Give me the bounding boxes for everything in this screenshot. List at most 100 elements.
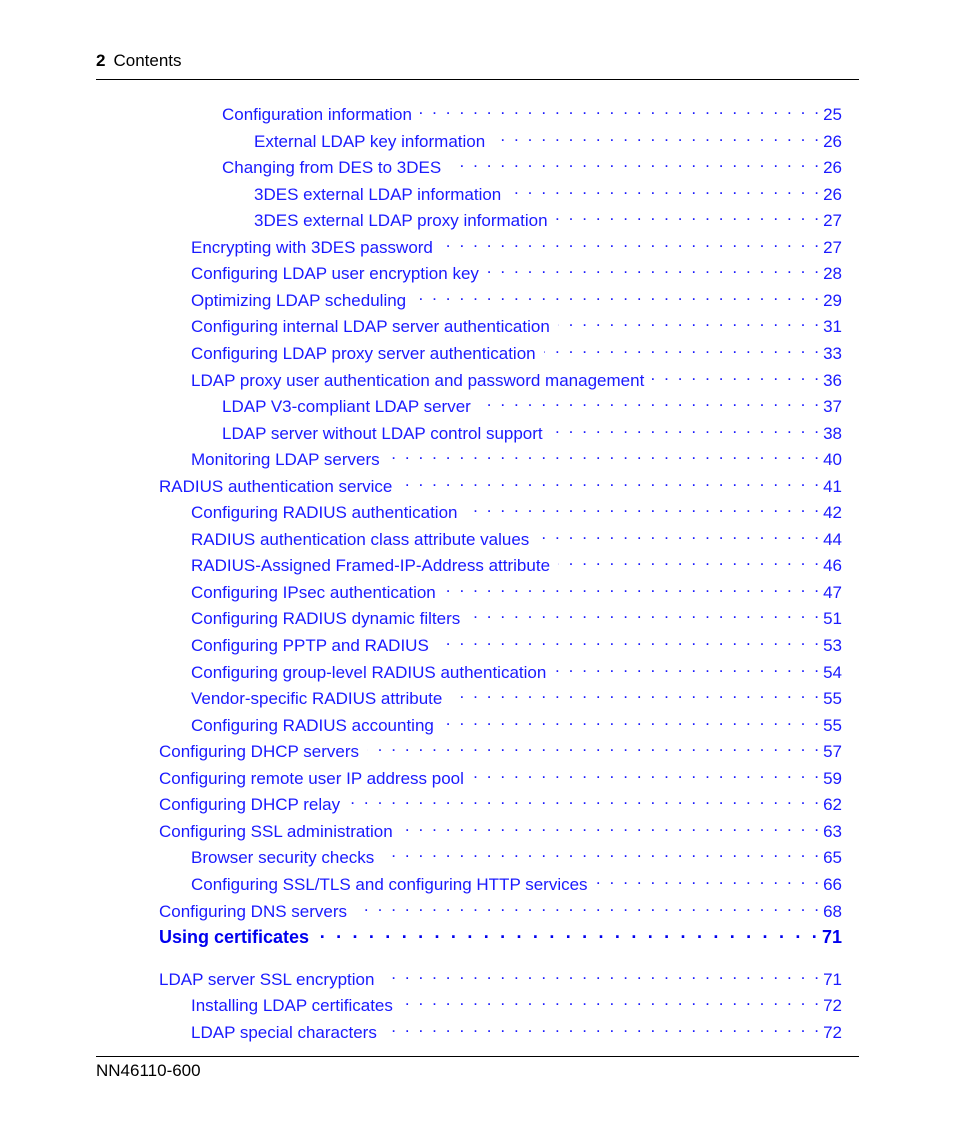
page-number: 2	[96, 51, 106, 70]
toc-entry-page: 65	[823, 848, 842, 868]
toc-entry-page: 72	[823, 1022, 842, 1042]
toc-entry[interactable]: Vendor-specific RADIUS attribute 55	[191, 682, 842, 708]
toc-entry[interactable]: Using certificates 71	[159, 921, 842, 947]
toc-entry-title: Configuring remote user IP address pool	[159, 768, 464, 788]
toc-entry[interactable]: 3DES external LDAP proxy information 27	[254, 204, 842, 230]
toc-entry-title: Browser security checks	[191, 848, 375, 868]
toc-entry[interactable]: Configuration information 25	[222, 98, 842, 124]
toc-entry-page: 25	[823, 105, 842, 124]
toc-entry-page: 62	[823, 795, 842, 815]
toc-entry[interactable]: Changing from DES to 3DES 26	[222, 151, 842, 177]
dot-leader	[450, 682, 821, 704]
dot-leader	[554, 656, 821, 678]
toc-entry-title: Changing from DES to 3DES	[222, 158, 442, 178]
toc-entry-page: 27	[823, 211, 842, 231]
toc-entry[interactable]: Configuring DHCP servers 57	[159, 735, 842, 761]
toc-entry[interactable]: LDAP proxy user authentication and passw…	[191, 364, 842, 390]
dot-leader	[479, 390, 821, 412]
dot-leader	[544, 337, 821, 359]
toc-entry-title: Configuring group-level RADIUS authentic…	[191, 662, 547, 682]
footer-doc-id: NN46110-600	[96, 1061, 201, 1080]
toc-entry[interactable]: RADIUS authentication class attribute va…	[191, 523, 842, 549]
toc-entry[interactable]: Configuring IPsec authentication 47	[191, 576, 842, 602]
dot-leader	[558, 310, 821, 332]
toc-entry[interactable]: Configuring RADIUS dynamic filters 51	[191, 602, 842, 628]
toc-entry[interactable]: Configuring RADIUS authentication 42	[191, 496, 842, 522]
dot-leader	[551, 417, 821, 439]
toc-entry[interactable]: RADIUS-Assigned Framed-IP-Address attrib…	[191, 549, 842, 575]
toc-entry[interactable]: Configuring DNS servers 68	[159, 895, 842, 921]
dot-leader	[420, 98, 821, 120]
toc-entry-title: Configuring internal LDAP server authent…	[191, 317, 550, 337]
dot-leader	[367, 735, 821, 757]
toc-entry[interactable]: Configuring remote user IP address pool 5…	[159, 762, 842, 788]
toc-entry-title: RADIUS authentication service	[159, 476, 393, 496]
toc-entry[interactable]: RADIUS authentication service 41	[159, 470, 842, 496]
toc-entry-title: 3DES external LDAP information	[254, 184, 502, 204]
toc-entry-title: LDAP proxy user authentication and passw…	[191, 370, 645, 390]
dot-leader	[442, 709, 821, 731]
toc-entry-page: 29	[823, 290, 842, 310]
toc-entry[interactable]: Configuring SSL administration 63	[159, 815, 842, 841]
toc-entry-title: External LDAP key information	[254, 131, 486, 151]
header-divider	[96, 79, 859, 80]
toc-entry[interactable]: Browser security checks 65	[191, 841, 842, 867]
toc-entry[interactable]: Configuring LDAP proxy server authentica…	[191, 337, 842, 363]
toc-entry-page: 33	[823, 343, 842, 363]
toc-entry[interactable]: Configuring LDAP user encryption key 28	[191, 257, 842, 283]
toc-entry[interactable]: Configuring group-level RADIUS authentic…	[191, 656, 842, 682]
dot-leader	[311, 921, 820, 943]
toc-entry[interactable]: LDAP special characters 72	[191, 1016, 842, 1042]
dot-leader	[509, 178, 821, 200]
toc-entry[interactable]: LDAP server SSL encryption 71	[159, 963, 842, 989]
dot-leader	[596, 868, 822, 890]
toc-entry-page: 63	[823, 821, 842, 841]
toc-entry-page: 26	[823, 158, 842, 178]
toc-entry-page: 68	[823, 901, 842, 921]
toc-entry-page: 66	[823, 874, 842, 894]
toc-entry[interactable]: LDAP V3-compliant LDAP server 37	[222, 390, 842, 416]
dot-leader	[472, 762, 821, 784]
toc-entry-page: 36	[823, 370, 842, 390]
toc-entry[interactable]: Installing LDAP certificates 72	[191, 989, 842, 1015]
toc-entry[interactable]: LDAP server without LDAP control support…	[222, 417, 842, 443]
toc-entry-title: Using certificates	[159, 926, 310, 947]
dot-leader	[468, 602, 821, 624]
toc-entry-page: 40	[823, 450, 842, 470]
dot-leader	[487, 257, 821, 279]
toc-entry[interactable]: Configuring DHCP relay 62	[159, 788, 842, 814]
toc-entry-title: Configuring LDAP proxy server authentica…	[191, 343, 536, 363]
toc-entry-page: 46	[823, 556, 842, 576]
toc-entry[interactable]: 3DES external LDAP information 26	[254, 178, 842, 204]
toc-entry-page: 28	[823, 264, 842, 284]
toc-entry-title: Installing LDAP certificates	[191, 996, 393, 1016]
toc-entry-page: 71	[823, 969, 842, 989]
toc-entry-title: Encrypting with 3DES password	[191, 237, 433, 257]
toc-entry-page: 44	[823, 529, 842, 549]
toc-entry-title: LDAP V3-compliant LDAP server	[222, 397, 471, 417]
toc-entry[interactable]: Configuring SSL/TLS and configuring HTTP…	[191, 868, 842, 894]
toc-entry-page: 26	[823, 184, 842, 204]
toc-entry[interactable]: Encrypting with 3DES password 27	[191, 231, 842, 257]
toc-entry[interactable]: Configuring RADIUS accounting 55	[191, 709, 842, 735]
dot-leader	[449, 151, 821, 173]
toc-entry-title: LDAP special characters	[191, 1022, 377, 1042]
toc-entry[interactable]: External LDAP key information 26	[254, 125, 842, 151]
dot-leader	[444, 576, 821, 598]
dot-leader	[401, 989, 821, 1011]
toc-entry[interactable]: Configuring PPTP and RADIUS 53	[191, 629, 842, 655]
toc-entry[interactable]: Monitoring LDAP servers 40	[191, 443, 842, 469]
dot-leader	[493, 125, 821, 147]
dot-leader	[348, 788, 821, 810]
toc-entry-page: 31	[823, 317, 842, 337]
toc-entry-title: 3DES external LDAP proxy information	[254, 211, 548, 231]
dot-leader	[652, 364, 821, 386]
toc-entry-title: RADIUS authentication class attribute va…	[191, 529, 530, 549]
toc-entry[interactable]: Configuring internal LDAP server authent…	[191, 310, 842, 336]
toc-entry-title: Optimizing LDAP scheduling	[191, 290, 407, 310]
toc-entry-page: 42	[823, 503, 842, 523]
toc-entry-page: 59	[823, 768, 842, 788]
toc-entry[interactable]: Optimizing LDAP scheduling 29	[191, 284, 842, 310]
dot-leader	[537, 523, 821, 545]
toc-entry-title: Configuring LDAP user encryption key	[191, 264, 479, 284]
